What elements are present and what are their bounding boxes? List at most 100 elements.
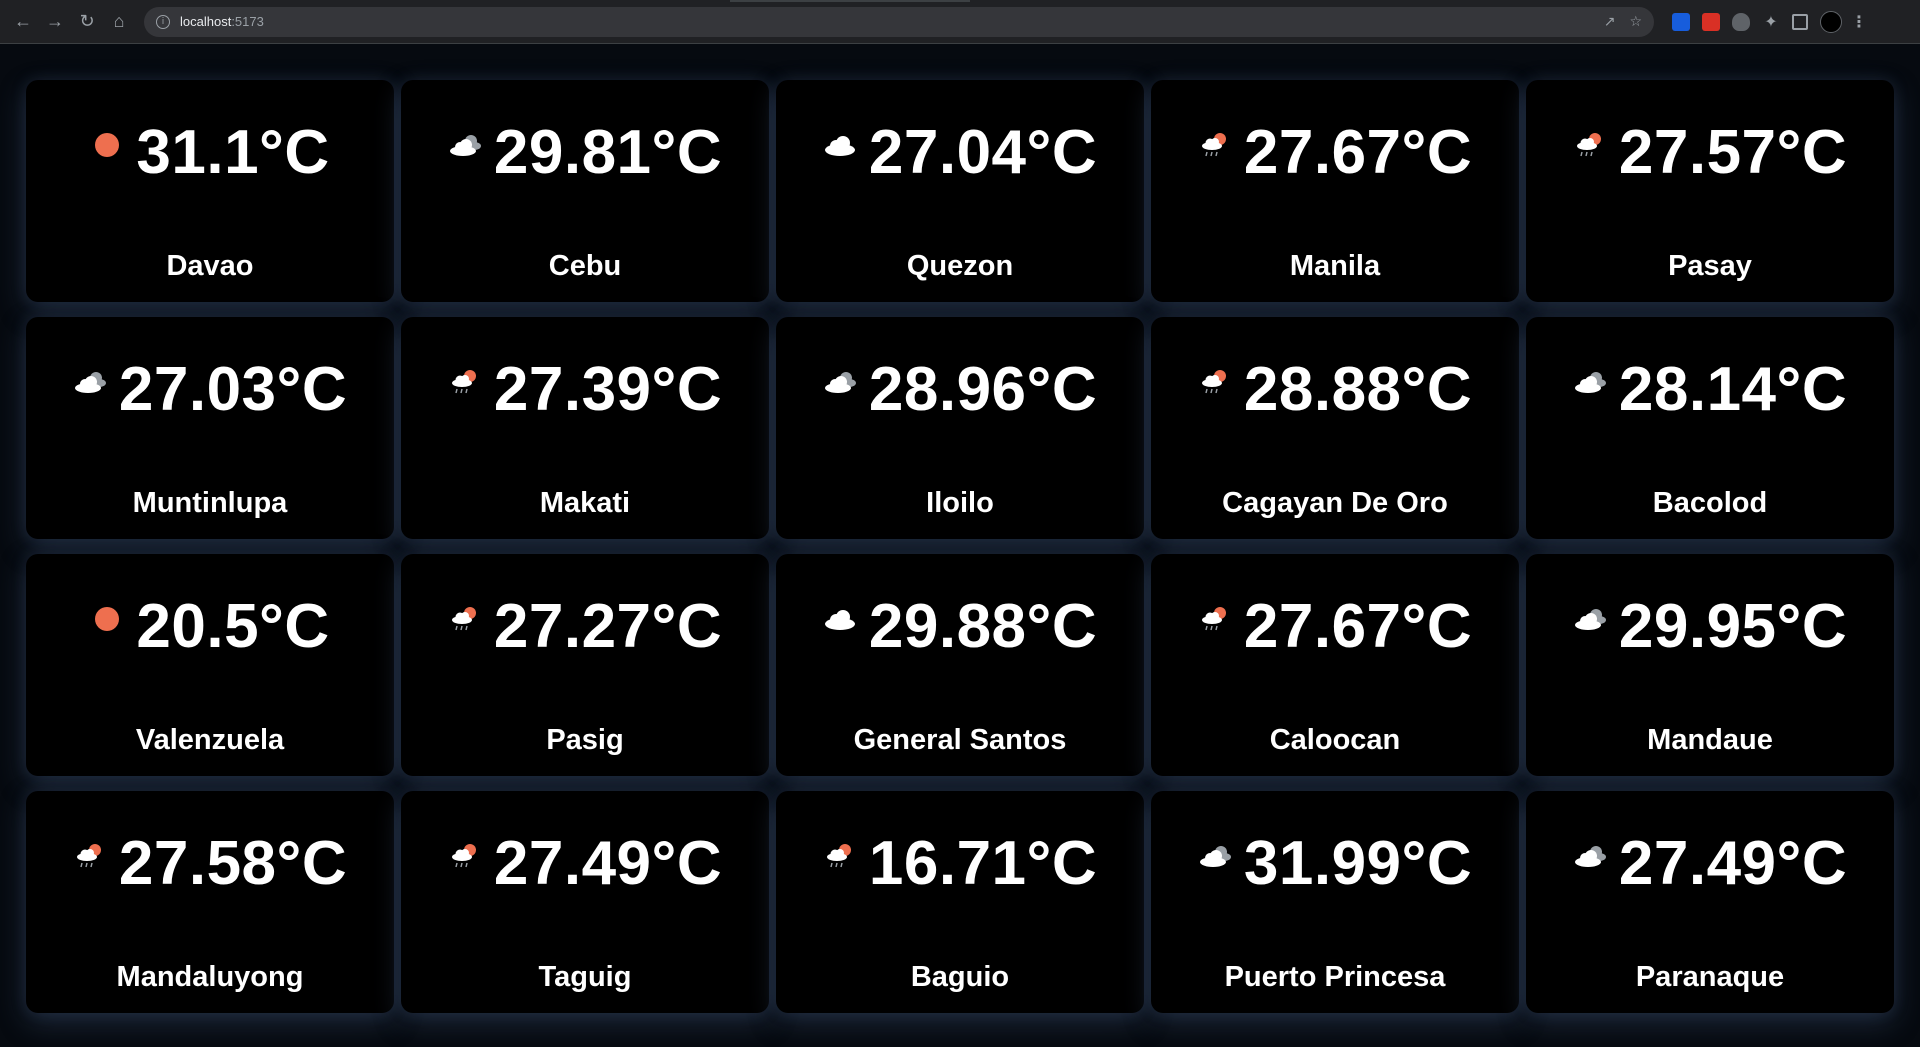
sun-icon bbox=[90, 128, 124, 162]
temperature-row: 28.88°C bbox=[1151, 359, 1519, 421]
weather-card: 28.88°C Cagayan De Oro bbox=[1151, 317, 1519, 539]
city-name: Valenzuela bbox=[135, 724, 285, 756]
weather-card: 27.67°C Caloocan bbox=[1151, 554, 1519, 776]
sun-icon bbox=[90, 602, 124, 636]
sun-rain-icon bbox=[1198, 602, 1232, 636]
temperature-value: 29.95°C bbox=[1618, 592, 1848, 661]
dark-clouds-icon bbox=[823, 365, 857, 399]
city-name: Muntinlupa bbox=[132, 487, 288, 519]
cloud-icon bbox=[823, 128, 857, 162]
temperature-value: 27.39°C bbox=[493, 355, 723, 424]
city-name: Mandaue bbox=[1647, 724, 1773, 756]
weather-card: 27.49°C Taguig bbox=[401, 791, 769, 1013]
temperature-row: 27.03°C bbox=[26, 359, 394, 421]
temperature-row: 27.49°C bbox=[401, 833, 769, 895]
kebab-menu-icon[interactable]: ⋮ bbox=[1851, 13, 1867, 31]
temperature-row: 27.57°C bbox=[1526, 122, 1894, 184]
reload-icon[interactable]: ↻ bbox=[74, 9, 100, 35]
weather-card: 29.88°C General Santos bbox=[776, 554, 1144, 776]
temperature-row: 28.14°C bbox=[1526, 359, 1894, 421]
temperature-value: 27.57°C bbox=[1618, 118, 1848, 187]
temperature-value: 31.1°C bbox=[136, 118, 330, 187]
city-name: Quezon bbox=[906, 250, 1014, 282]
temperature-row: 27.39°C bbox=[401, 359, 769, 421]
tab-strip-edge bbox=[730, 0, 970, 2]
temperature-row: 27.58°C bbox=[26, 833, 394, 895]
pdf-extension-icon[interactable] bbox=[1702, 12, 1720, 31]
city-name: Taguig bbox=[538, 961, 632, 993]
profile-avatar-icon[interactable] bbox=[1820, 10, 1842, 33]
url-host: localhost bbox=[180, 14, 232, 29]
forward-arrow-icon[interactable]: → bbox=[42, 9, 68, 35]
weather-grid: 31.1°C Davao 29.81°C Cebu 27.04°C Quezon bbox=[26, 80, 1894, 1013]
temperature-row: 16.71°C bbox=[776, 833, 1144, 895]
address-bar[interactable]: i localhost:5173 ↗ ☆ bbox=[144, 6, 1654, 37]
weather-card: 28.14°C Bacolod bbox=[1526, 317, 1894, 539]
temperature-row: 27.67°C bbox=[1151, 122, 1519, 184]
weather-card: 27.27°C Pasig bbox=[401, 554, 769, 776]
url-port: :5173 bbox=[231, 14, 264, 29]
temperature-value: 27.67°C bbox=[1243, 592, 1473, 661]
temperature-value: 28.96°C bbox=[868, 355, 1098, 424]
temperature-value: 27.67°C bbox=[1243, 118, 1473, 187]
dark-clouds-icon bbox=[73, 365, 107, 399]
city-name: Makati bbox=[539, 487, 631, 519]
extensions-puzzle-icon[interactable]: ✦ bbox=[1762, 13, 1780, 31]
weather-card: 27.03°C Muntinlupa bbox=[26, 317, 394, 539]
share-icon[interactable]: ↗ bbox=[1604, 13, 1616, 30]
temperature-value: 27.27°C bbox=[493, 592, 723, 661]
temperature-row: 31.1°C bbox=[26, 122, 394, 184]
city-name: Puerto Princesa bbox=[1224, 961, 1446, 993]
weather-card: 31.99°C Puerto Princesa bbox=[1151, 791, 1519, 1013]
sun-rain-icon bbox=[823, 839, 857, 873]
weather-card: 29.81°C Cebu bbox=[401, 80, 769, 302]
temperature-value: 27.58°C bbox=[118, 829, 348, 898]
shield-extension-icon[interactable] bbox=[1732, 12, 1750, 31]
sun-rain-icon bbox=[448, 602, 482, 636]
temperature-value: 31.99°C bbox=[1243, 829, 1473, 898]
bitwarden-extension-icon[interactable] bbox=[1672, 12, 1690, 31]
city-name: Caloocan bbox=[1269, 724, 1401, 756]
city-name: General Santos bbox=[853, 724, 1067, 756]
home-icon[interactable]: ⌂ bbox=[106, 9, 132, 35]
dark-clouds-icon bbox=[448, 128, 482, 162]
city-name: Baguio bbox=[910, 961, 1010, 993]
weather-card: 27.58°C Mandaluyong bbox=[26, 791, 394, 1013]
sun-rain-icon bbox=[1573, 128, 1607, 162]
temperature-row: 27.67°C bbox=[1151, 596, 1519, 658]
temperature-value: 28.88°C bbox=[1243, 355, 1473, 424]
temperature-value: 20.5°C bbox=[136, 592, 330, 661]
weather-card: 31.1°C Davao bbox=[26, 80, 394, 302]
temperature-row: 27.49°C bbox=[1526, 833, 1894, 895]
weather-card: 27.67°C Manila bbox=[1151, 80, 1519, 302]
city-name: Iloilo bbox=[926, 487, 994, 519]
weather-card: 27.57°C Pasay bbox=[1526, 80, 1894, 302]
dark-clouds-icon bbox=[1573, 365, 1607, 399]
weather-card: 29.95°C Mandaue bbox=[1526, 554, 1894, 776]
temperature-row: 27.04°C bbox=[776, 122, 1144, 184]
city-name: Bacolod bbox=[1652, 487, 1768, 519]
temperature-row: 29.81°C bbox=[401, 122, 769, 184]
side-panel-icon[interactable] bbox=[1792, 13, 1808, 30]
sun-rain-icon bbox=[1198, 365, 1232, 399]
weather-card: 28.96°C Iloilo bbox=[776, 317, 1144, 539]
url-text: localhost:5173 bbox=[180, 14, 264, 29]
browser-toolbar: ← → ↻ ⌂ i localhost:5173 ↗ ☆ ✦ ⋮ bbox=[0, 0, 1920, 44]
city-name: Manila bbox=[1289, 250, 1381, 282]
temperature-value: 27.04°C bbox=[868, 118, 1098, 187]
weather-card: 27.49°C Paranaque bbox=[1526, 791, 1894, 1013]
weather-card: 27.39°C Makati bbox=[401, 317, 769, 539]
site-info-icon[interactable]: i bbox=[156, 14, 170, 29]
city-name: Mandaluyong bbox=[116, 961, 304, 993]
bookmark-star-icon[interactable]: ☆ bbox=[1629, 13, 1642, 30]
temperature-row: 29.95°C bbox=[1526, 596, 1894, 658]
city-name: Pasay bbox=[1668, 250, 1752, 282]
temperature-value: 28.14°C bbox=[1618, 355, 1848, 424]
temperature-value: 29.88°C bbox=[868, 592, 1098, 661]
weather-card: 20.5°C Valenzuela bbox=[26, 554, 394, 776]
back-arrow-icon[interactable]: ← bbox=[10, 9, 36, 35]
city-name: Pasig bbox=[546, 724, 624, 756]
temperature-row: 31.99°C bbox=[1151, 833, 1519, 895]
dark-clouds-icon bbox=[1573, 602, 1607, 636]
sun-rain-icon bbox=[1198, 128, 1232, 162]
